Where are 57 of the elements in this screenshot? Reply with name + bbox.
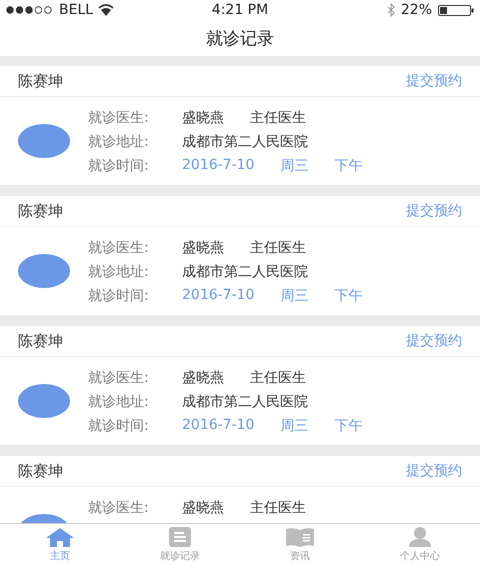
avatar bbox=[18, 254, 70, 288]
field-value: 2016-7-10 bbox=[182, 417, 254, 435]
field-value: 周三 bbox=[280, 417, 308, 435]
field-value: 主任医生 bbox=[250, 109, 306, 127]
field-label: 就诊医生: bbox=[88, 239, 150, 257]
field-label: 就诊地址: bbox=[88, 393, 150, 411]
field-value: 周三 bbox=[280, 287, 308, 305]
avatar bbox=[18, 384, 70, 418]
bluetooth-icon bbox=[386, 3, 395, 17]
submit-appointment-link[interactable]: 提交预约 bbox=[406, 462, 462, 480]
field-value: 主任医生 bbox=[250, 369, 306, 387]
field-value: 下午 bbox=[334, 157, 362, 175]
field-value: 主任医生 bbox=[250, 499, 306, 517]
book-icon bbox=[286, 527, 314, 547]
home-icon bbox=[45, 527, 75, 547]
field-value: 2016-7-10 bbox=[182, 157, 254, 175]
submit-appointment-link[interactable]: 提交预约 bbox=[406, 332, 462, 350]
tab-bar-item[interactable]: 主页 bbox=[0, 524, 120, 566]
field-value: 盛晓燕 bbox=[182, 109, 224, 127]
field-value: 盛晓燕 bbox=[182, 239, 224, 257]
field-value: 周三 bbox=[280, 157, 308, 175]
patient-name: 陈赛坤 bbox=[18, 72, 63, 90]
patient-name: 陈赛坤 bbox=[18, 462, 63, 480]
field-label: 就诊地址: bbox=[88, 263, 150, 281]
field-label: 就诊时间: bbox=[88, 417, 150, 435]
submit-appointment-link[interactable]: 提交预约 bbox=[406, 202, 462, 220]
field-value: 下午 bbox=[334, 287, 362, 305]
wifi-icon bbox=[98, 4, 114, 16]
patient-name: 陈赛坤 bbox=[18, 202, 63, 220]
tab-bar-item[interactable]: 个人中心 bbox=[360, 524, 480, 566]
tab-bar-item[interactable]: 就诊记录 bbox=[120, 524, 240, 566]
page-title: 就诊记录 bbox=[206, 28, 274, 50]
battery-percent: 22% bbox=[400, 2, 432, 18]
field-label: 就诊时间: bbox=[88, 287, 150, 305]
field-label: 就诊医生: bbox=[88, 369, 150, 387]
signal-icon bbox=[6, 6, 54, 14]
field-value: 成都市第二人民医院 bbox=[182, 133, 308, 151]
field-label: 就诊医生: bbox=[88, 109, 150, 127]
person-icon bbox=[408, 527, 432, 547]
field-value: 2016-7-10 bbox=[182, 287, 254, 305]
submit-appointment-link[interactable]: 提交预约 bbox=[406, 72, 462, 90]
field-value: 主任医生 bbox=[250, 239, 306, 257]
avatar bbox=[18, 124, 70, 158]
field-value: 下午 bbox=[334, 417, 362, 435]
field-label: 就诊地址: bbox=[88, 133, 150, 151]
battery-icon bbox=[438, 4, 474, 16]
field-label: 就诊医生: bbox=[88, 499, 150, 517]
clock-time: 4:21 PM bbox=[212, 2, 268, 18]
patient-name: 陈赛坤 bbox=[18, 332, 63, 350]
field-value: 成都市第二人民医院 bbox=[182, 393, 308, 411]
list-icon bbox=[169, 527, 191, 547]
field-value: 盛晓燕 bbox=[182, 369, 224, 387]
field-label: 就诊时间: bbox=[88, 157, 150, 175]
field-value: 盛晓燕 bbox=[182, 499, 224, 517]
field-value: 成都市第二人民医院 bbox=[182, 263, 308, 281]
carrier-name: BELL bbox=[59, 2, 94, 18]
tab-bar-item[interactable]: 资讯 bbox=[240, 524, 360, 566]
